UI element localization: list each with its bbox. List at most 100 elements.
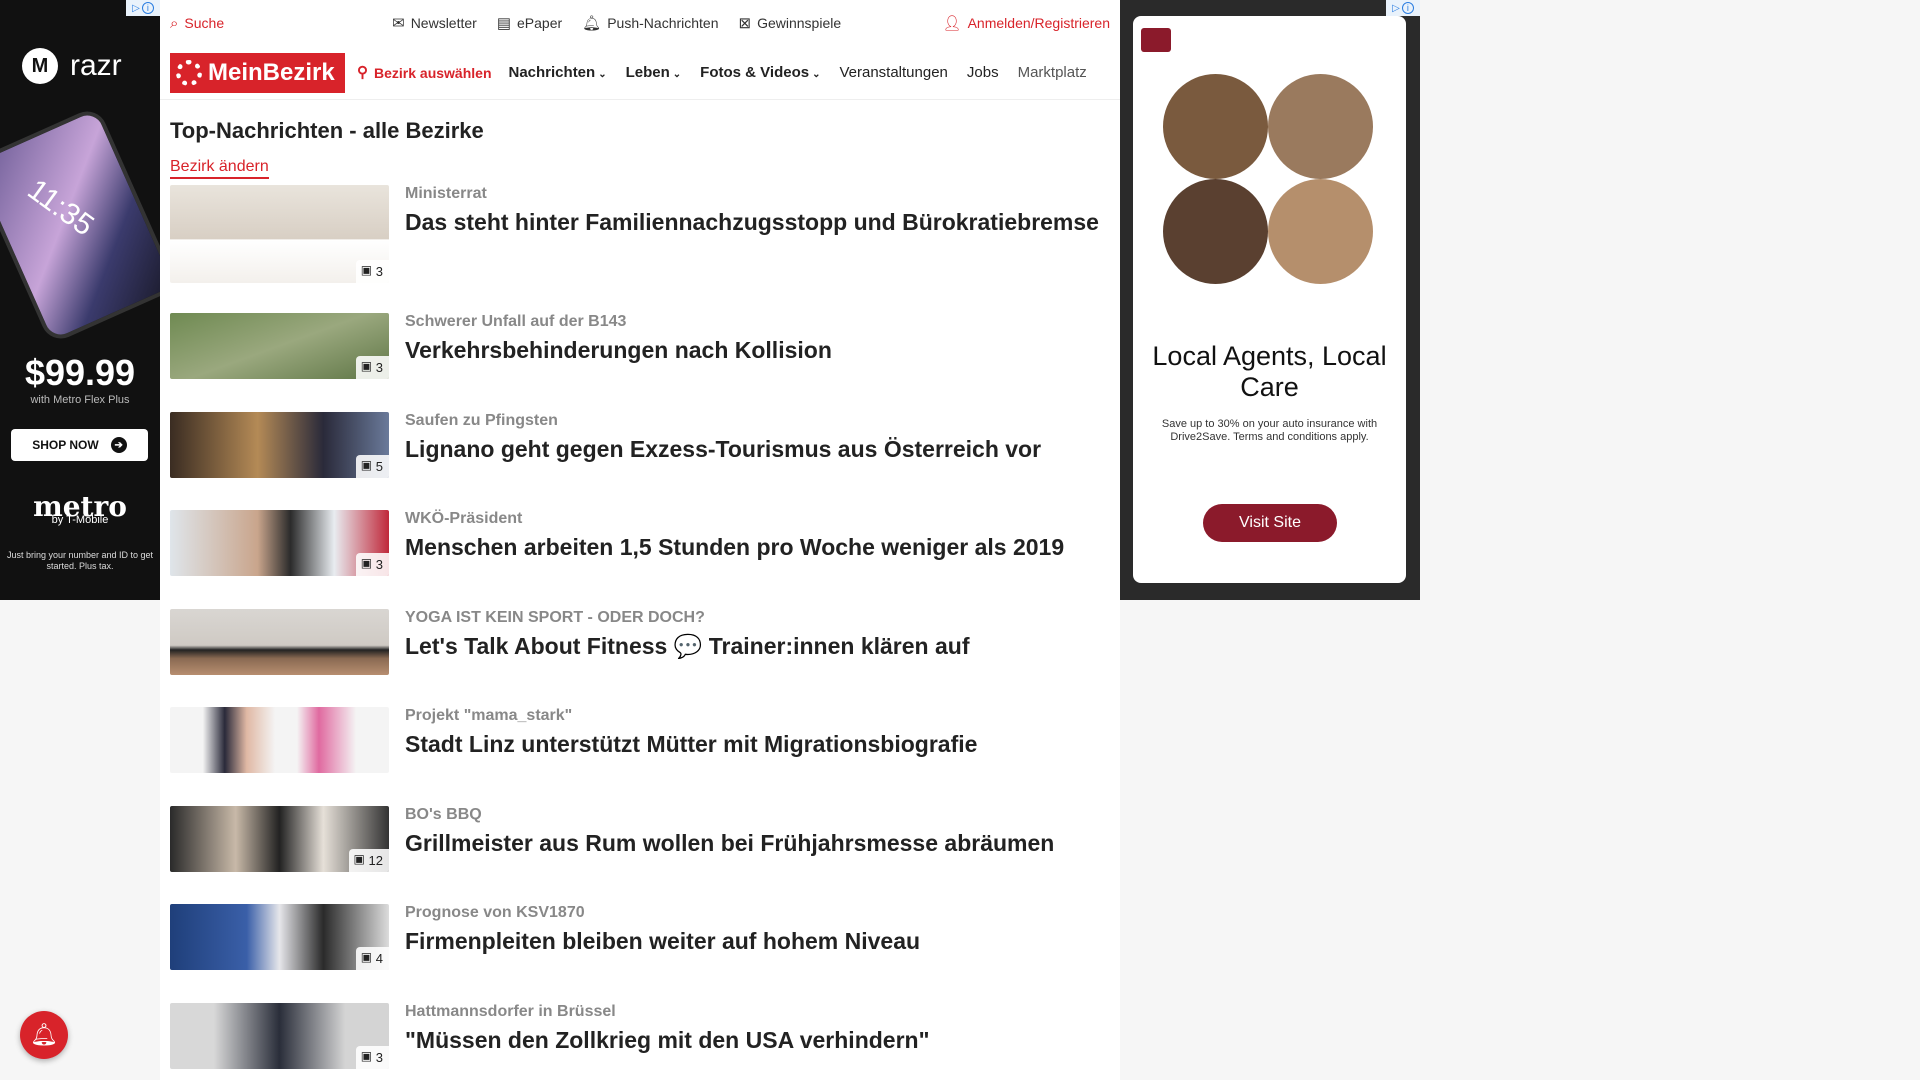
- article-kicker: WKÖ-Präsident: [405, 510, 523, 527]
- article-item[interactable]: 4 Prognose von KSV1870 Firmenpleiten ble…: [170, 904, 1110, 1003]
- content-area: Top-Nachrichten - alle Bezirke Bezirk än…: [160, 100, 1120, 1080]
- nav-item-veranstaltungen[interactable]: Veranstaltungen: [839, 64, 947, 81]
- phone-image: 11:35: [0, 105, 160, 345]
- article-thumbnail[interactable]: [170, 707, 389, 773]
- mail-icon: ✉: [392, 14, 405, 32]
- shop-now-label: SHOP NOW: [32, 438, 99, 452]
- login-label: Anmelden/Registrieren: [967, 15, 1110, 31]
- article-headline[interactable]: Grillmeister aus Rum wollen bei Frühjahr…: [405, 828, 1054, 858]
- user-icon: 👤︎: [942, 14, 962, 32]
- main-navigation: MeinBezirk ⚲ Bezirk auswählen Nachrichte…: [160, 46, 1120, 100]
- ad-choices-icon[interactable]: ▷ i: [126, 0, 160, 16]
- article-item[interactable]: YOGA IST KEIN SPORT - ODER DOCH? Let's T…: [170, 608, 1110, 708]
- article-kicker: Hattmannsdorfer in Brüssel: [405, 1002, 616, 1020]
- nav-item-leben[interactable]: Leben ⌄: [626, 64, 682, 81]
- article-item[interactable]: Projekt "mama_stark" Stadt Linz unterstü…: [170, 707, 1110, 806]
- nav-item-marktplatz[interactable]: Marktplatz: [1018, 64, 1087, 81]
- search-label: Suche: [184, 15, 225, 31]
- article-thumbnail[interactable]: 3: [170, 313, 389, 379]
- newspaper-icon: ▤: [496, 14, 512, 32]
- push-label: Push-Nachrichten: [607, 15, 719, 31]
- ad-price: $99.99: [24, 352, 136, 393]
- logo-icon: [176, 59, 202, 86]
- article-text: BO's BBQ Grillmeister aus Rum wollen bei…: [405, 806, 1054, 905]
- nav-item-nachrichten[interactable]: Nachrichten ⌄: [509, 64, 607, 81]
- chevron-down-icon: ⌄: [598, 69, 607, 80]
- article-item[interactable]: 3 Hattmannsdorfer in Brüssel "Müssen den…: [170, 1002, 1110, 1080]
- article-item[interactable]: 3 Ministerrat Das steht hinter Familienn…: [170, 185, 1110, 313]
- article-kicker: Projekt "mama_stark": [405, 707, 573, 724]
- image-count-badge: 12: [348, 848, 389, 872]
- logo-text: MeinBezirk: [208, 58, 335, 86]
- top-utility-bar: ⌕ Suche ✉ Newsletter ▤ ePaper 🔔︎ Push-Nachr…: [160, 0, 1120, 46]
- article-thumbnail[interactable]: 5: [170, 411, 389, 478]
- utility-links: ✉ Newsletter ▤ ePaper 🔔︎ Push-Nachrichten ⊠…: [392, 15, 841, 31]
- article-text: Prognose von KSV1870 Firmenpleiten bleib…: [405, 904, 920, 1003]
- chevron-down-icon: ⌄: [812, 69, 821, 80]
- article-headline[interactable]: Lignano geht gegen Exzess-Tourismus aus …: [405, 434, 1041, 464]
- epaper-link[interactable]: ▤ ePaper: [497, 15, 562, 31]
- article-text: Ministerrat Das steht hinter Familiennac…: [405, 185, 1099, 313]
- games-link[interactable]: ⊠ Gewinnspiele: [739, 15, 842, 31]
- page: ▷ i M razr 11:35 $99.99 with Metro Flex P…: [0, 0, 1920, 1080]
- visit-site-button[interactable]: Visit Site: [1203, 504, 1337, 542]
- right-ad-banner[interactable]: ▷ i Local Agents, Local Care Save up to 3…: [1120, 0, 1420, 600]
- phone-time: 11:35: [21, 172, 100, 243]
- article-thumbnail[interactable]: 3: [170, 510, 389, 576]
- article-item[interactable]: 12 BO's BBQ Grillmeister aus Rum wollen …: [170, 805, 1110, 905]
- photo-circle: [1268, 179, 1373, 284]
- image-count-badge: 3: [355, 356, 389, 379]
- article-item[interactable]: 5 Saufen zu Pfingsten Lignano geht gegen…: [170, 411, 1110, 511]
- photo-circle: [1268, 74, 1373, 179]
- push-link[interactable]: 🔔︎ Push-Nachrichten: [582, 15, 718, 31]
- ad-brand-text: razr: [70, 49, 122, 82]
- image-count-badge: 4: [355, 947, 389, 970]
- nav-menu: Nachrichten ⌄ Leben ⌄ Fotos & Videos ⌄ Vera…: [509, 64, 1087, 81]
- article-headline[interactable]: Let's Talk About Fitness 💬 Trainer:innen…: [405, 631, 970, 661]
- image-count-badge: 3: [355, 260, 389, 283]
- bell-icon: 🔔︎: [30, 1022, 58, 1047]
- shop-now-button[interactable]: SHOP NOW ➔: [11, 429, 148, 461]
- login-link[interactable]: 👤︎ Anmelden/Registrieren: [943, 15, 1110, 31]
- ad-description: Save up to 30% on your auto insurance wi…: [1161, 418, 1378, 443]
- article-item[interactable]: 3 Schwerer Unfall auf der B143 Verkehrsb…: [170, 313, 1110, 412]
- bezirk-select-label: Bezirk auswählen: [374, 64, 492, 81]
- article-headline[interactable]: Stadt Linz unterstützt Mütter mit Migrat…: [405, 729, 977, 759]
- article-text: WKÖ-Präsident Menschen arbeiten 1,5 Stun…: [405, 510, 1064, 609]
- photo-circle: [1163, 74, 1268, 179]
- article-text: Schwerer Unfall auf der B143 Verkehrsbeh…: [405, 313, 832, 412]
- article-headline[interactable]: Das steht hinter Familiennachzugsstopp u…: [405, 207, 1099, 237]
- search-link[interactable]: ⌕ Suche: [170, 15, 224, 31]
- notification-bell-button[interactable]: 🔔︎: [20, 1011, 68, 1059]
- site-logo[interactable]: MeinBezirk: [170, 52, 345, 93]
- article-kicker: Schwerer Unfall auf der B143: [405, 313, 627, 330]
- main-column: ⌕ Suche ✉ Newsletter ▤ ePaper 🔔︎ Push-Nachr…: [160, 0, 1120, 1080]
- change-bezirk-link[interactable]: Bezirk ändern: [170, 158, 269, 179]
- bezirk-select-button[interactable]: ⚲ Bezirk auswählen: [357, 65, 492, 81]
- article-thumbnail[interactable]: [170, 608, 389, 675]
- article-list: 3 Ministerrat Das steht hinter Familienn…: [170, 185, 1110, 1080]
- article-headline[interactable]: Menschen arbeiten 1,5 Stunden pro Woche …: [405, 532, 1064, 562]
- nav-item-label: Nachrichten: [508, 64, 596, 81]
- location-pin-icon: ⚲: [357, 64, 368, 81]
- article-headline[interactable]: Firmenpleiten bleiben weiter auf hohem N…: [405, 926, 920, 956]
- metro-sub: by T-Mobile: [51, 514, 109, 526]
- article-thumbnail[interactable]: 3: [170, 1002, 389, 1069]
- article-thumbnail[interactable]: 12: [170, 805, 389, 872]
- search-icon: ⌕: [170, 14, 179, 32]
- article-headline[interactable]: Verkehrsbehinderungen nach Kollision: [405, 335, 832, 365]
- article-thumbnail[interactable]: 3: [170, 185, 389, 283]
- motorola-logo-icon: M: [22, 48, 58, 84]
- nav-item-jobs[interactable]: Jobs: [967, 64, 999, 81]
- page-title: Top-Nachrichten - alle Bezirke: [170, 118, 484, 143]
- nav-item-label: Fotos & Videos: [700, 64, 810, 81]
- ad-choices-icon[interactable]: ▷ i: [1386, 0, 1420, 16]
- newsletter-link[interactable]: ✉ Newsletter: [392, 15, 477, 31]
- article-item[interactable]: 3 WKÖ-Präsident Menschen arbeiten 1,5 St…: [170, 510, 1110, 609]
- article-kicker: Saufen zu Pfingsten: [405, 411, 558, 429]
- article-headline[interactable]: "Müssen den Zollkrieg mit den USA verhin…: [405, 1025, 930, 1055]
- left-ad-banner[interactable]: ▷ i M razr 11:35 $99.99 with Metro Flex P…: [0, 0, 160, 600]
- article-thumbnail[interactable]: 4: [170, 904, 389, 970]
- ad-price-sub: with Metro Flex Plus: [30, 394, 130, 406]
- nav-item-fotos-videos[interactable]: Fotos & Videos ⌄: [700, 64, 820, 81]
